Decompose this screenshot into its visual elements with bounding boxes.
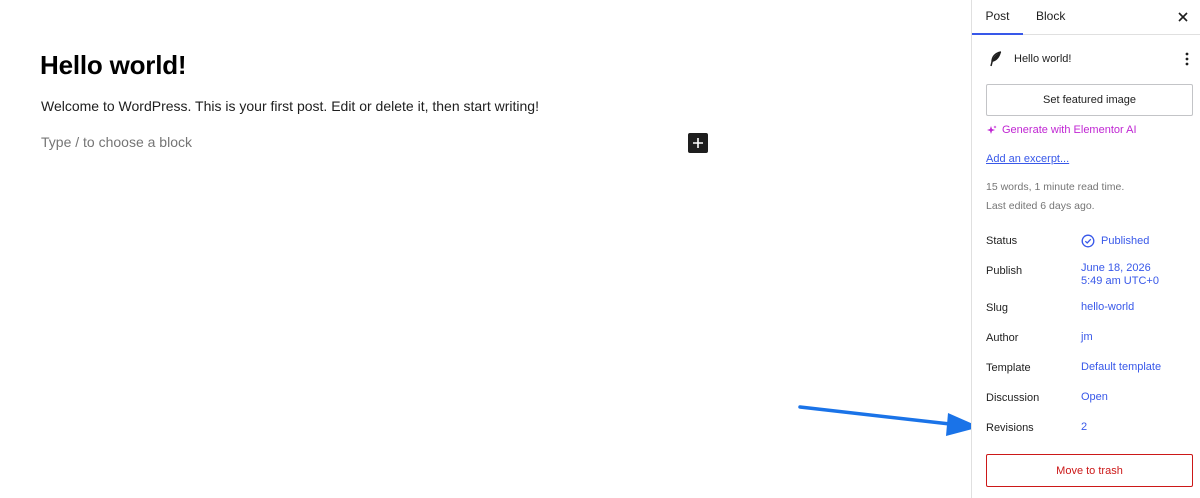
- slug-value[interactable]: hello-world: [1081, 301, 1134, 314]
- discussion-value[interactable]: Open: [1081, 391, 1108, 404]
- publish-time-line: 5:49 am UTC+0: [1081, 275, 1159, 287]
- sparkle-icon: [987, 125, 997, 134]
- tab-block[interactable]: Block: [1036, 0, 1065, 35]
- last-edited-text: Last edited 6 days ago.: [986, 200, 1095, 212]
- editor-canvas: Hello world! Welcome to WordPress. This …: [0, 0, 971, 498]
- word-count-text: 15 words, 1 minute read time.: [986, 181, 1125, 193]
- publish-label: Publish: [986, 265, 1023, 277]
- template-value[interactable]: Default template: [1081, 361, 1161, 374]
- post-paragraph-block[interactable]: Welcome to WordPress. This is your first…: [41, 98, 539, 114]
- close-icon[interactable]: [1176, 10, 1190, 24]
- revisions-label: Revisions: [986, 422, 1034, 434]
- revisions-value[interactable]: 2: [1081, 421, 1087, 434]
- post-name: Hello world!: [1014, 53, 1072, 65]
- template-label: Template: [986, 362, 1031, 374]
- status-value-text: Published: [1101, 234, 1150, 247]
- post-title[interactable]: Hello world!: [40, 50, 187, 81]
- set-featured-image-button[interactable]: Set featured image: [986, 84, 1193, 116]
- slug-label: Slug: [986, 302, 1009, 314]
- add-excerpt-link[interactable]: Add an excerpt...: [986, 153, 1069, 165]
- generate-elementor-ai-label: Generate with Elementor AI: [1002, 124, 1137, 136]
- tab-post[interactable]: Post: [972, 0, 1023, 35]
- more-options-icon[interactable]: [1184, 51, 1190, 67]
- block-placeholder[interactable]: Type / to choose a block: [41, 134, 192, 150]
- generate-elementor-ai-link[interactable]: Generate with Elementor AI: [986, 124, 1137, 136]
- block-inserter-button[interactable]: [688, 133, 708, 153]
- discussion-label: Discussion: [986, 392, 1040, 404]
- sidebar-tabs: Post Block: [972, 0, 1200, 35]
- publish-date-line: June 18, 2026: [1081, 262, 1151, 274]
- status-value[interactable]: Published: [1081, 234, 1149, 248]
- post-summary-header: Hello world!: [989, 51, 1194, 69]
- feather-icon: [990, 51, 1002, 67]
- plus-icon: [693, 138, 703, 148]
- move-to-trash-button[interactable]: Move to trash: [986, 454, 1193, 487]
- author-label: Author: [986, 332, 1019, 344]
- author-value[interactable]: jm: [1081, 331, 1093, 344]
- status-label: Status: [986, 235, 1018, 247]
- published-check-icon: [1081, 234, 1095, 248]
- publish-date-value[interactable]: June 18, 2026 5:49 am UTC+0: [1081, 262, 1159, 288]
